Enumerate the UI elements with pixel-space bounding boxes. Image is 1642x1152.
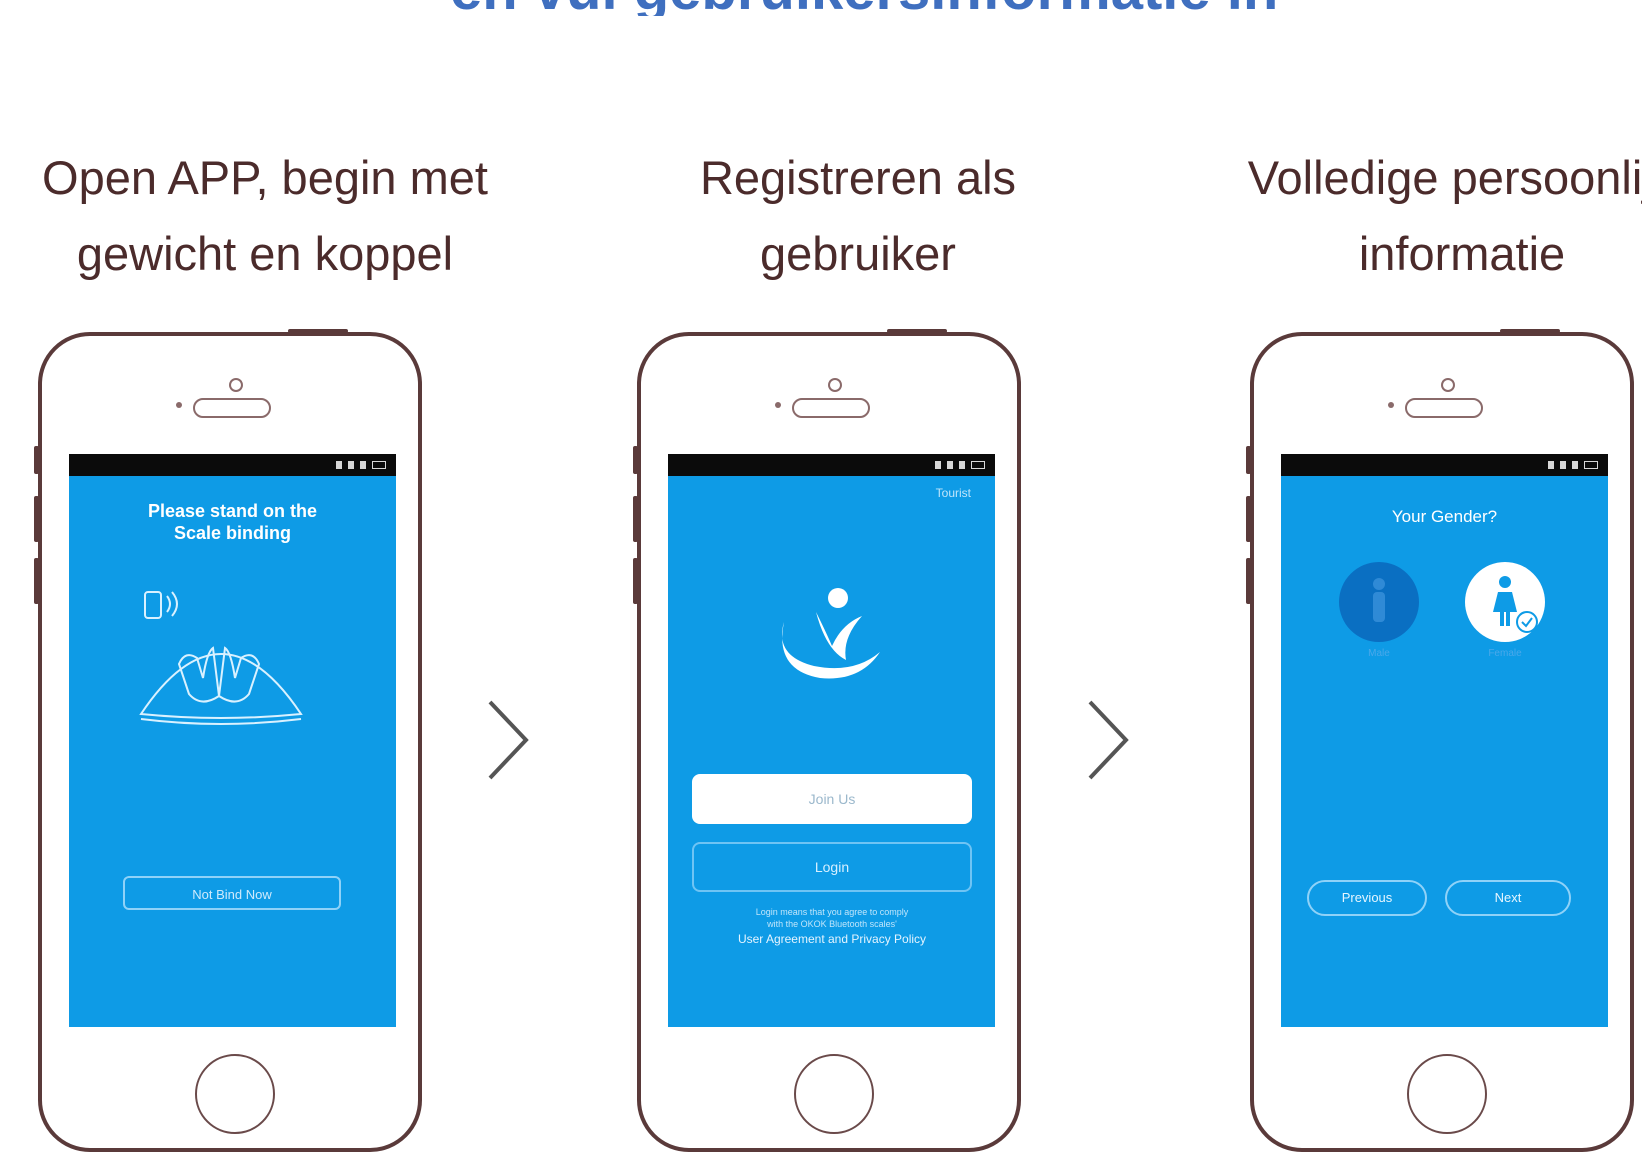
female-figure-icon	[1493, 576, 1538, 633]
mute-switch	[34, 446, 39, 474]
step-caption-2-line2: gebruiker	[760, 227, 956, 280]
male-label: Male	[1368, 648, 1390, 659]
male-option[interactable]	[1339, 562, 1419, 642]
terms-text: Login means that you agree to comply wit…	[698, 906, 966, 930]
front-camera	[1441, 378, 1455, 392]
page-title: en vul gebruikersinformatie in	[450, 0, 1550, 16]
earpiece-speaker	[193, 398, 271, 418]
terms-text-line1: Login means that you agree to comply	[755, 907, 909, 917]
home-button[interactable]	[794, 1054, 874, 1134]
mute-switch	[633, 446, 638, 474]
volume-up-button	[34, 496, 39, 542]
step-caption-2-line1: Registreren als	[699, 151, 1017, 204]
tourist-link[interactable]: Tourist	[936, 486, 971, 500]
next-button[interactable]: Next	[1445, 880, 1571, 916]
previous-button[interactable]: Previous	[1307, 880, 1427, 916]
step-caption-3: Volledige persoonlijk informatie	[1182, 140, 1642, 292]
power-button	[288, 329, 348, 333]
chevron-right-icon	[488, 700, 529, 780]
proximity-sensor	[775, 402, 781, 408]
proximity-sensor	[176, 402, 182, 408]
bluetooth-icon	[336, 461, 342, 469]
signal-icon	[959, 461, 965, 469]
screen-scale-binding: Please stand on the Scale binding Not Bi…	[69, 454, 396, 1027]
screen1-title-line1: Please stand on the	[147, 501, 318, 521]
front-camera	[828, 378, 842, 392]
screen3-title: Your Gender?	[1391, 507, 1498, 526]
mute-switch	[1246, 446, 1251, 474]
screen-gender: Your Gender? Male Female Previous Next	[1281, 454, 1608, 1027]
male-figure-icon	[1373, 578, 1385, 622]
screen-register: Tourist Join Us Login Login means that y…	[668, 454, 995, 1027]
status-bar	[69, 454, 396, 476]
volume-down-button	[1246, 558, 1251, 604]
step-caption-2: Registreren als gebruiker	[598, 140, 1118, 292]
volume-down-button	[633, 558, 638, 604]
scale-feet-illustration	[139, 591, 303, 725]
power-button	[1500, 329, 1560, 333]
female-option[interactable]	[1465, 562, 1545, 642]
phone-mockup-2: Tourist Join Us Login Login means that y…	[633, 329, 1021, 1152]
signal-icon	[360, 461, 366, 469]
screen1-title-line2: Scale binding	[173, 523, 292, 543]
earpiece-speaker	[1405, 398, 1483, 418]
volume-down-button	[34, 558, 39, 604]
home-button[interactable]	[195, 1054, 275, 1134]
phone-mockup-3: Your Gender? Male Female Previous Next	[1246, 329, 1634, 1152]
terms-text-line2: with the OKOK Bluetooth scales'	[767, 919, 897, 929]
battery-icon	[1584, 461, 1598, 469]
home-button[interactable]	[1407, 1054, 1487, 1134]
status-bar	[1281, 454, 1608, 476]
step-caption-3-line2: informatie	[1358, 227, 1566, 280]
app-logo-icon	[782, 588, 880, 679]
not-bind-now-button[interactable]: Not Bind Now	[123, 876, 341, 910]
phone-bluetooth-icon	[144, 591, 162, 619]
battery-icon	[372, 461, 386, 469]
volume-up-button	[1246, 496, 1251, 542]
bluetooth-icon	[935, 461, 941, 469]
battery-icon	[971, 461, 985, 469]
chevron-right-icon	[1088, 700, 1129, 780]
join-us-button[interactable]: Join Us	[692, 774, 972, 824]
wifi-icon	[1560, 461, 1566, 469]
proximity-sensor	[1388, 402, 1394, 408]
screen1-title: Please stand on the Scale binding	[69, 500, 396, 544]
login-button[interactable]: Login	[692, 842, 972, 892]
phone-mockup-1: Please stand on the Scale binding Not Bi…	[34, 329, 422, 1152]
step-caption-1-line2: gewicht en koppel	[76, 227, 454, 280]
earpiece-speaker	[792, 398, 870, 418]
bluetooth-icon	[1548, 461, 1554, 469]
female-label: Female	[1488, 648, 1522, 659]
step-caption-1: Open APP, begin met gewicht en koppel	[5, 140, 525, 292]
power-button	[887, 329, 947, 333]
terms-link[interactable]: User Agreement and Privacy Policy	[698, 932, 966, 946]
step-caption-1-line1: Open APP, begin met	[42, 151, 488, 204]
signal-icon	[1572, 461, 1578, 469]
step-caption-3-line1: Volledige persoonlijk	[1247, 151, 1642, 204]
front-camera	[229, 378, 243, 392]
wifi-icon	[348, 461, 354, 469]
wifi-icon	[947, 461, 953, 469]
status-bar	[668, 454, 995, 476]
volume-up-button	[633, 496, 638, 542]
